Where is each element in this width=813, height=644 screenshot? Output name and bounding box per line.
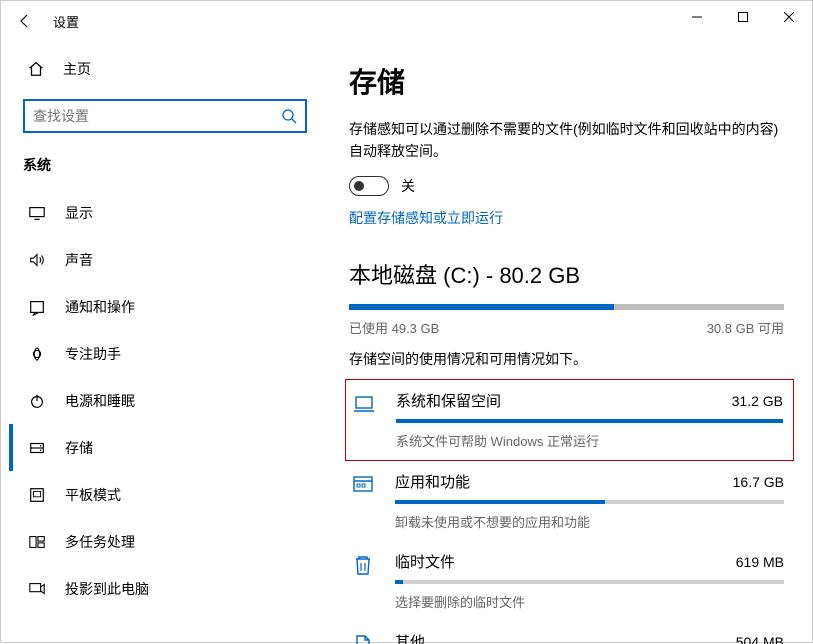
nav-label: 声音: [65, 250, 93, 270]
nav-label: 专注助手: [65, 344, 121, 364]
nav-label: 电源和睡眠: [65, 391, 135, 411]
sidebar-group-label: 系统: [9, 145, 321, 189]
toggle-state-label: 关: [401, 176, 415, 196]
nav-notifications[interactable]: 通知和操作: [9, 283, 321, 330]
category-desc: 选择要删除的临时文件: [395, 592, 784, 611]
sidebar-home-label: 主页: [63, 59, 91, 79]
nav-display[interactable]: 显示: [9, 189, 321, 236]
apps-icon: [349, 471, 377, 497]
window-controls: [674, 1, 812, 33]
page-title: 存储: [349, 61, 784, 101]
nav-label: 显示: [65, 203, 93, 223]
disk-title: 本地磁盘 (C:) - 80.2 GB: [349, 258, 784, 290]
notification-icon: [27, 298, 47, 316]
focus-icon: [27, 345, 47, 363]
category-name: 系统和保留空间: [396, 390, 501, 411]
nav-label: 通知和操作: [65, 297, 135, 317]
tablet-icon: [27, 486, 47, 504]
disk-free-label: 30.8 GB 可用: [707, 318, 784, 337]
power-icon: [27, 392, 47, 410]
search-icon: [281, 108, 297, 124]
category-size: 619 MB: [736, 554, 784, 570]
category-apps[interactable]: 应用和功能 16.7 GB 卸载未使用或不想要的应用和功能: [349, 461, 784, 541]
breakdown-desc: 存储空间的使用情况和可用情况如下。: [349, 349, 784, 369]
nav-multitask[interactable]: 多任务处理: [9, 518, 321, 565]
minimize-button[interactable]: [674, 1, 720, 33]
trash-icon: [349, 551, 377, 577]
category-bar: [395, 500, 784, 504]
category-other[interactable]: 其他 504 MB: [349, 621, 784, 644]
storage-sense-toggle[interactable]: [349, 176, 389, 196]
nav-label: 投影到此电脑: [65, 579, 149, 599]
laptop-icon: [350, 390, 378, 416]
back-button[interactable]: [1, 1, 49, 41]
category-desc: 系统文件可帮助 Windows 正常运行: [396, 431, 783, 450]
disk-usage-bar: [349, 304, 784, 310]
display-icon: [27, 204, 47, 222]
category-bar: [396, 419, 783, 423]
maximize-button[interactable]: [720, 1, 766, 33]
nav-label: 多任务处理: [65, 532, 135, 552]
category-temp[interactable]: 临时文件 619 MB 选择要删除的临时文件: [349, 541, 784, 621]
window-title: 设置: [49, 12, 79, 31]
nav-tablet[interactable]: 平板模式: [9, 471, 321, 518]
disk-usage-fill: [349, 304, 614, 310]
file-icon: [349, 631, 377, 644]
titlebar: 设置: [1, 1, 812, 41]
configure-storage-sense-link[interactable]: 配置存储感知或立即运行: [349, 208, 503, 228]
category-desc: 卸载未使用或不想要的应用和功能: [395, 512, 784, 531]
category-bar: [395, 580, 784, 584]
project-icon: [27, 580, 47, 598]
nav-focus[interactable]: 专注助手: [9, 330, 321, 377]
disk-used-label: 已使用 49.3 GB: [349, 318, 439, 337]
storage-sense-desc: 存储感知可以通过删除不需要的文件(例如临时文件和回收站中的内容)自动释放空间。: [349, 119, 784, 162]
category-name: 应用和功能: [395, 471, 470, 492]
nav-label: 存储: [65, 438, 93, 458]
search-input[interactable]: [33, 108, 281, 124]
category-name: 临时文件: [395, 551, 455, 572]
nav-list: 显示 声音 通知和操作 专注助手: [9, 189, 321, 612]
category-name: 其他: [395, 631, 425, 644]
nav-label: 平板模式: [65, 485, 121, 505]
category-system[interactable]: 系统和保留空间 31.2 GB 系统文件可帮助 Windows 正常运行: [345, 379, 794, 461]
nav-power[interactable]: 电源和睡眠: [9, 377, 321, 424]
multitask-icon: [27, 533, 47, 551]
category-size: 31.2 GB: [732, 393, 783, 409]
sidebar-home[interactable]: 主页: [9, 47, 321, 91]
sound-icon: [27, 251, 47, 269]
category-size: 16.7 GB: [733, 474, 784, 490]
nav-sound[interactable]: 声音: [9, 236, 321, 283]
content: 存储 存储感知可以通过删除不需要的文件(例如临时文件和回收站中的内容)自动释放空…: [321, 41, 812, 644]
nav-project[interactable]: 投影到此电脑: [9, 565, 321, 612]
search-box[interactable]: [23, 99, 307, 133]
home-icon: [27, 60, 45, 78]
nav-storage[interactable]: 存储: [9, 424, 321, 471]
close-button[interactable]: [766, 1, 812, 33]
storage-icon: [27, 439, 47, 457]
sidebar: 主页 系统 显示 声音: [1, 41, 321, 644]
